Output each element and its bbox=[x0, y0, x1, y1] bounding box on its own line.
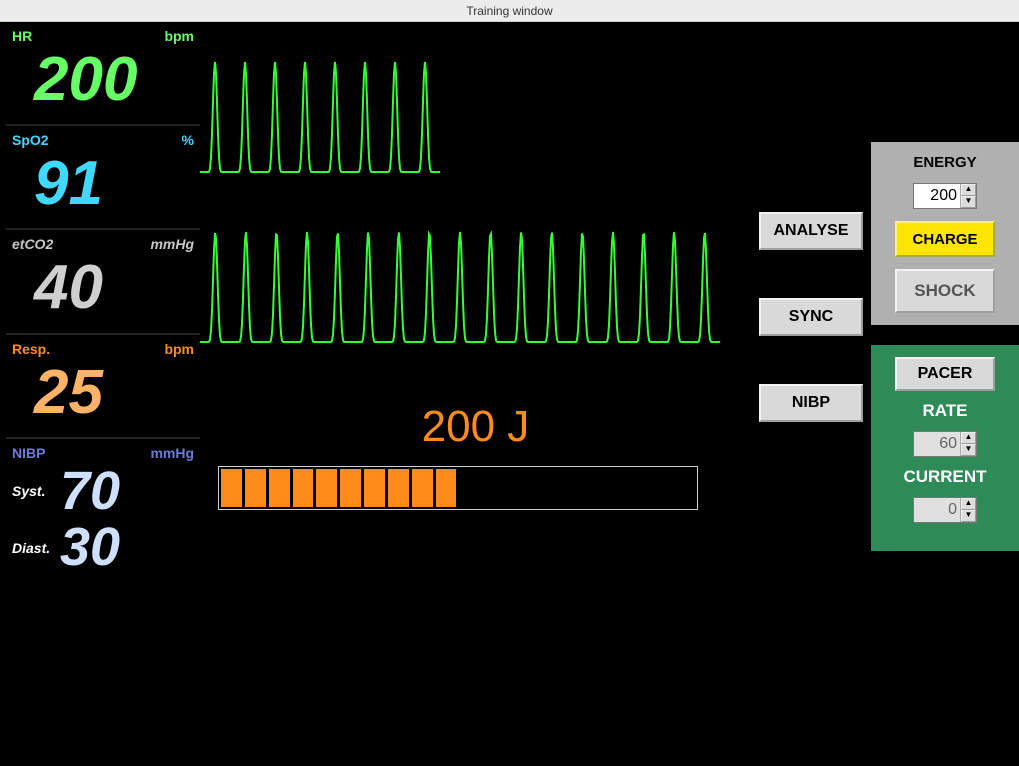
progress-segment bbox=[650, 469, 671, 507]
progress-segment bbox=[245, 469, 266, 507]
progress-segment bbox=[603, 469, 624, 507]
analyse-button[interactable]: ANALYSE bbox=[759, 212, 863, 250]
progress-segment bbox=[316, 469, 337, 507]
ecg-waveform-top bbox=[200, 22, 730, 202]
progress-segment bbox=[555, 469, 576, 507]
spo2-unit: % bbox=[182, 132, 194, 148]
energy-down-icon[interactable]: ▼ bbox=[961, 196, 976, 208]
nibp-syst-value: 70 bbox=[60, 463, 120, 520]
progress-segment bbox=[388, 469, 409, 507]
waveform-area: 200 J bbox=[200, 22, 751, 766]
vital-resp: Resp. bpm 25 bbox=[6, 335, 200, 439]
charge-progress-bar bbox=[218, 466, 698, 510]
vital-etco2: etCO2 mmHg 40 bbox=[6, 230, 200, 334]
etco2-value: 40 bbox=[6, 254, 200, 322]
progress-segment bbox=[269, 469, 290, 507]
nibp-diast-value: 30 bbox=[60, 519, 120, 576]
vitals-sidebar: HR bpm 200 SpO2 % 91 etCO2 mmHg 40 Resp.… bbox=[0, 22, 200, 766]
current-down-icon[interactable]: ▼ bbox=[961, 510, 976, 522]
nibp-syst-label: Syst. bbox=[6, 483, 50, 499]
energy-spinner[interactable]: ▲ ▼ bbox=[913, 183, 977, 209]
hr-unit: bpm bbox=[164, 28, 194, 44]
shock-button[interactable]: SHOCK bbox=[895, 269, 995, 313]
nibp-label: NIBP bbox=[12, 445, 45, 461]
pacer-button[interactable]: PACER bbox=[895, 357, 995, 391]
vital-nibp: NIBP mmHg Syst. 70 Diast. 30 bbox=[6, 439, 200, 586]
resp-value: 25 bbox=[6, 359, 200, 427]
hr-label: HR bbox=[12, 28, 32, 44]
progress-segment bbox=[412, 469, 433, 507]
resp-unit: bpm bbox=[164, 341, 194, 357]
ecg-waveform-bottom bbox=[200, 202, 730, 362]
progress-segment bbox=[340, 469, 361, 507]
resp-label: Resp. bbox=[12, 341, 50, 357]
progress-segment bbox=[293, 469, 314, 507]
pacer-current-spinner[interactable]: ▲ ▼ bbox=[913, 497, 977, 523]
progress-segment bbox=[221, 469, 242, 507]
sync-button[interactable]: SYNC bbox=[759, 298, 863, 336]
progress-segment bbox=[459, 469, 480, 507]
nibp-unit: mmHg bbox=[150, 445, 194, 461]
progress-segment bbox=[507, 469, 528, 507]
etco2-label: etCO2 bbox=[12, 236, 53, 252]
etco2-unit: mmHg bbox=[150, 236, 194, 252]
energy-up-icon[interactable]: ▲ bbox=[961, 184, 976, 196]
title-bar: Training window bbox=[0, 0, 1019, 22]
action-button-column: ANALYSE SYNC NIBP bbox=[751, 22, 871, 766]
pacer-current-label: CURRENT bbox=[903, 467, 986, 487]
energy-input[interactable] bbox=[914, 184, 960, 208]
progress-segment bbox=[674, 469, 695, 507]
nibp-diast-label: Diast. bbox=[6, 540, 50, 556]
energy-label: ENERGY bbox=[913, 154, 976, 171]
defib-panel: ENERGY ▲ ▼ CHARGE SHOCK bbox=[871, 142, 1019, 325]
pacer-current-input[interactable] bbox=[914, 498, 960, 522]
rate-up-icon[interactable]: ▲ bbox=[961, 432, 976, 444]
progress-segment bbox=[579, 469, 600, 507]
pacer-rate-spinner[interactable]: ▲ ▼ bbox=[913, 431, 977, 457]
charge-energy-display: 200 J bbox=[200, 402, 751, 452]
progress-segment bbox=[436, 469, 457, 507]
main-area: HR bpm 200 SpO2 % 91 etCO2 mmHg 40 Resp.… bbox=[0, 22, 1019, 766]
vital-spo2: SpO2 % 91 bbox=[6, 126, 200, 230]
charge-button[interactable]: CHARGE bbox=[895, 221, 995, 257]
pacer-panel: PACER RATE ▲ ▼ CURRENT ▲ ▼ bbox=[871, 345, 1019, 551]
spo2-value: 91 bbox=[6, 150, 200, 218]
progress-segment bbox=[626, 469, 647, 507]
progress-segment bbox=[531, 469, 552, 507]
progress-segment bbox=[483, 469, 504, 507]
spo2-label: SpO2 bbox=[12, 132, 49, 148]
pacer-rate-label: RATE bbox=[922, 401, 967, 421]
window-title: Training window bbox=[466, 4, 552, 18]
right-control-column: ENERGY ▲ ▼ CHARGE SHOCK PACER RATE ▲ ▼ bbox=[871, 22, 1019, 766]
nibp-button[interactable]: NIBP bbox=[759, 384, 863, 422]
rate-down-icon[interactable]: ▼ bbox=[961, 444, 976, 456]
hr-value: 200 bbox=[6, 46, 200, 114]
vital-hr: HR bpm 200 bbox=[6, 22, 200, 126]
pacer-rate-input[interactable] bbox=[914, 432, 960, 456]
current-up-icon[interactable]: ▲ bbox=[961, 498, 976, 510]
progress-segment bbox=[364, 469, 385, 507]
